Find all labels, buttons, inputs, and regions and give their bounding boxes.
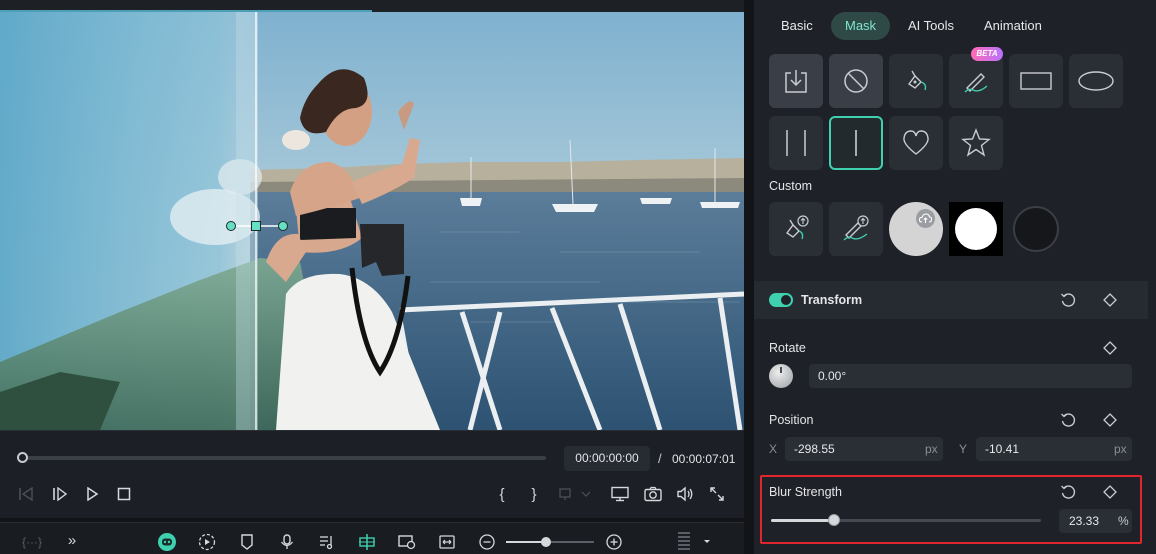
mask-ellipse-button[interactable]	[1069, 54, 1123, 108]
custom-pen-upload-button[interactable]	[769, 202, 823, 256]
preview-top-bar	[0, 0, 744, 12]
mask-double-line-button[interactable]	[769, 116, 823, 170]
brush-upload-icon	[843, 215, 869, 241]
position-y-input[interactable]: -10.41	[976, 437, 1132, 461]
playback-scrubber[interactable]	[18, 456, 546, 460]
mark-out-icon[interactable]: }	[526, 484, 542, 504]
keyframe-marker-button[interactable]: {···}	[22, 535, 42, 549]
custom-empty-circle-thumbnail[interactable]	[1013, 206, 1059, 252]
star-mask-icon	[961, 128, 991, 157]
tab-basic[interactable]: Basic	[767, 12, 827, 40]
track-layout-icon[interactable]	[676, 530, 710, 552]
total-timecode: 00:00:07:01	[672, 452, 736, 466]
zoom-in-icon[interactable]	[605, 533, 623, 551]
blur-strength-slider[interactable]	[771, 519, 1041, 522]
insert-clip-icon[interactable]	[556, 484, 592, 504]
transform-keyframe-icon[interactable]	[1101, 291, 1119, 309]
rotate-input[interactable]: 0.00°	[809, 364, 1132, 388]
fullscreen-icon[interactable]	[707, 484, 727, 504]
tab-mask[interactable]: Mask	[831, 12, 891, 40]
current-timecode[interactable]: 00:00:00:00	[564, 446, 650, 471]
expand-more-icon[interactable]: »	[64, 533, 80, 549]
transform-label: Transform	[801, 293, 863, 307]
position-y-label: Y	[959, 442, 968, 456]
marker-icon[interactable]	[238, 533, 256, 551]
zoom-out-icon[interactable]	[478, 533, 496, 551]
ellipse-mask-icon	[1078, 71, 1114, 91]
position-x-unit: px	[925, 442, 938, 456]
position-keyframe-icon[interactable]	[1101, 411, 1119, 429]
player-controls	[0, 430, 744, 518]
custom-image-upload-button[interactable]	[889, 202, 943, 256]
blur-strength-slider-handle[interactable]	[827, 514, 840, 526]
pen-upload-icon	[785, 215, 809, 240]
ai-mate-icon[interactable]	[157, 532, 177, 552]
custom-brush-upload-button[interactable]	[829, 202, 883, 256]
snapshot-camera-icon[interactable]	[643, 484, 663, 504]
auto-reframe-icon[interactable]	[398, 533, 416, 551]
auto-highlight-icon[interactable]	[198, 533, 216, 551]
pen-mask-icon	[907, 70, 927, 91]
mask-rectangle-button[interactable]	[1009, 54, 1063, 108]
mask-heart-button[interactable]	[889, 116, 943, 170]
scrubber-handle[interactable]	[17, 452, 28, 463]
mask-single-line-button[interactable]	[829, 116, 883, 170]
position-x-label: X	[769, 442, 778, 456]
rotate-dial[interactable]	[769, 364, 793, 388]
video-preview[interactable]	[0, 12, 744, 430]
custom-label: Custom	[769, 179, 813, 193]
beta-badge: BETA	[971, 47, 1003, 61]
display-settings-icon[interactable]	[610, 484, 630, 504]
heart-mask-icon	[903, 130, 929, 155]
play-from-start-icon[interactable]	[50, 484, 70, 504]
tab-animation[interactable]: Animation	[970, 12, 1056, 40]
blur-strength-label: Blur Strength	[769, 485, 842, 499]
mask-handle-center[interactable]	[251, 221, 261, 231]
audio-track-icon[interactable]	[318, 533, 336, 551]
position-reset-icon[interactable]	[1059, 411, 1077, 429]
tab-ai-tools[interactable]: AI Tools	[894, 12, 968, 40]
mask-import-button[interactable]	[769, 54, 823, 108]
split-scene-icon[interactable]	[358, 533, 376, 551]
microphone-icon[interactable]	[278, 533, 296, 551]
timecode-separator: /	[658, 451, 662, 466]
position-x-input[interactable]: -298.55	[785, 437, 943, 461]
mask-handle-left[interactable]	[226, 221, 236, 231]
mask-brush-button[interactable]	[949, 54, 1003, 108]
rotate-keyframe-icon[interactable]	[1101, 339, 1119, 357]
fit-timeline-icon[interactable]	[438, 533, 456, 551]
position-label: Position	[769, 413, 814, 427]
no-mask-icon	[844, 69, 868, 93]
single-line-mask-icon	[855, 130, 857, 156]
transform-toggle[interactable]	[769, 293, 793, 307]
double-line-mask-icon	[786, 130, 806, 156]
custom-circle-mask-thumbnail[interactable]	[949, 202, 1003, 256]
stop-icon[interactable]	[114, 484, 134, 504]
blur-keyframe-icon[interactable]	[1101, 483, 1119, 501]
mask-pen-button[interactable]	[889, 54, 943, 108]
transform-reset-icon[interactable]	[1059, 291, 1077, 309]
mark-in-icon[interactable]: {	[494, 484, 510, 504]
cloud-upload-icon	[916, 209, 935, 228]
import-mask-icon	[785, 70, 807, 93]
mask-handle-right[interactable]	[278, 221, 288, 231]
rectangle-mask-icon	[1020, 72, 1052, 90]
mask-star-button[interactable]	[949, 116, 1003, 170]
brush-mask-icon	[964, 73, 988, 93]
blur-strength-unit: %	[1118, 514, 1129, 528]
mask-none-button[interactable]	[829, 54, 883, 108]
rotate-label: Rotate	[769, 341, 806, 355]
zoom-slider-handle[interactable]	[541, 537, 551, 547]
blur-reset-icon[interactable]	[1059, 483, 1077, 501]
position-y-unit: px	[1114, 442, 1127, 456]
volume-icon[interactable]	[675, 484, 695, 504]
previous-frame-icon[interactable]	[16, 484, 36, 504]
preview-frame-image	[0, 12, 744, 430]
play-icon[interactable]	[82, 484, 102, 504]
